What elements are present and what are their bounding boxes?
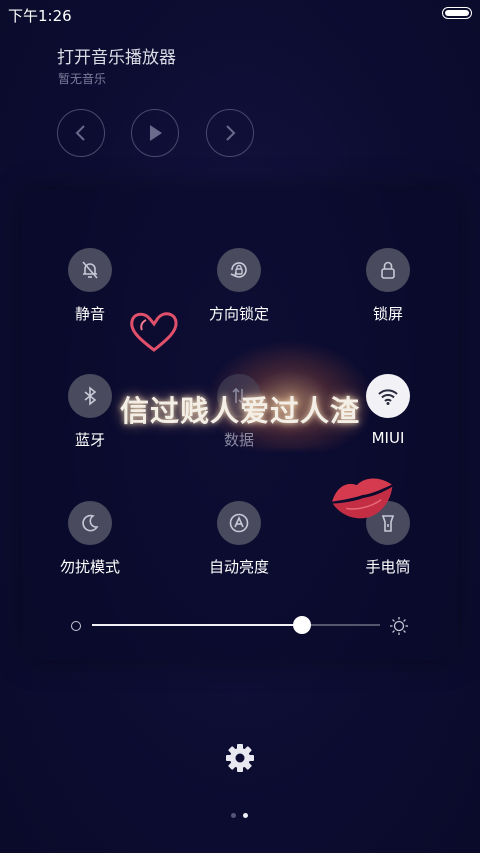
toggle-lock-screen[interactable]: 锁屏 (333, 248, 443, 328)
auto-brightness-icon (229, 513, 249, 533)
overlay-text: 信过贱人爱过人渣 (120, 394, 361, 428)
toggle-label: MIUI (371, 429, 405, 447)
toggle-label: 数据 (223, 431, 254, 449)
chevron-left-icon (75, 125, 85, 141)
toggle-label: 锁屏 (372, 305, 403, 323)
page-indicator-dot (231, 813, 236, 818)
toggle-auto-brightness-circle (217, 501, 261, 545)
toggle-bluetooth-circle (68, 374, 112, 418)
toggle-label: 自动亮度 (208, 558, 269, 576)
toggle-label: 手电筒 (365, 558, 411, 576)
toggle-label: 方向锁定 (208, 305, 269, 323)
status-bar: 下午1:26 (0, 0, 480, 28)
chevron-right-icon (226, 125, 236, 141)
battery-icon (442, 7, 472, 19)
rotation-lock-icon (230, 262, 247, 278)
battery-level (445, 10, 469, 16)
page-indicator-dot-active (243, 813, 248, 818)
brightness-slider[interactable] (92, 616, 380, 634)
toggle-label: 蓝牙 (74, 431, 105, 449)
control-center-screen: 下午1:26 打开音乐播放器 暂无音乐 静音 方向锁定 锁屏 蓝牙 数据 MIU… (0, 0, 480, 853)
bluetooth-icon (84, 386, 97, 406)
play-icon (150, 125, 162, 141)
music-player-title[interactable]: 打开音乐播放器 (57, 43, 176, 68)
music-status: 暂无音乐 (58, 72, 107, 86)
toggle-rotation-lock-circle (217, 248, 261, 292)
brightness-high-icon (390, 617, 408, 635)
status-time: 下午1:26 (8, 7, 72, 25)
brightness-fill (92, 624, 303, 626)
toggle-mute-circle (68, 248, 112, 292)
next-track-button[interactable] (206, 109, 254, 157)
brightness-low-icon (71, 621, 81, 631)
toggle-do-not-disturb[interactable]: 勿扰模式 (35, 501, 145, 581)
toggle-do-not-disturb-circle (68, 501, 112, 545)
bell-off-icon (82, 261, 98, 279)
toggle-rotation-lock[interactable]: 方向锁定 (184, 248, 294, 328)
previous-track-button[interactable] (57, 109, 105, 157)
wifi-icon (378, 389, 398, 405)
lips-icon (332, 478, 393, 519)
toggle-label: 静音 (74, 305, 105, 323)
lock-icon (381, 261, 395, 279)
play-button[interactable] (131, 109, 179, 157)
toggle-wifi-circle (366, 374, 410, 418)
moon-icon (82, 514, 99, 532)
toggle-auto-brightness[interactable]: 自动亮度 (184, 501, 294, 581)
heart-icon (130, 312, 178, 352)
toggle-label: 勿扰模式 (59, 558, 120, 576)
toggle-lock-screen-circle (366, 248, 410, 292)
settings-gear-icon[interactable] (224, 742, 256, 774)
